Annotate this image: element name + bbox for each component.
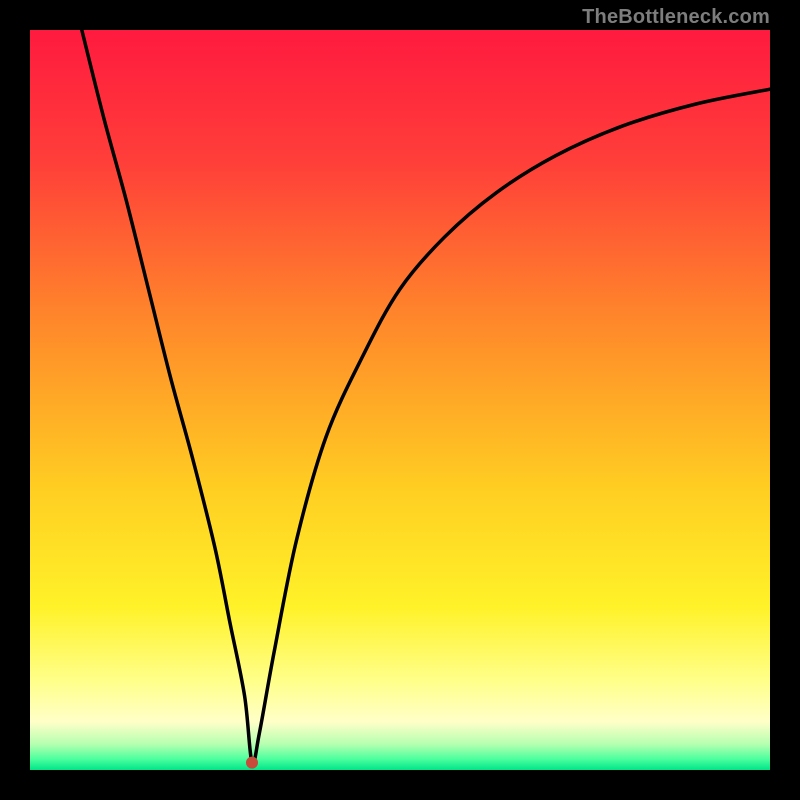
optimal-point-marker <box>246 757 258 769</box>
watermark-text: TheBottleneck.com <box>582 6 770 29</box>
chart-frame: TheBottleneck.com <box>0 0 800 800</box>
plot-area <box>30 30 770 770</box>
bottleneck-curve <box>30 30 770 770</box>
